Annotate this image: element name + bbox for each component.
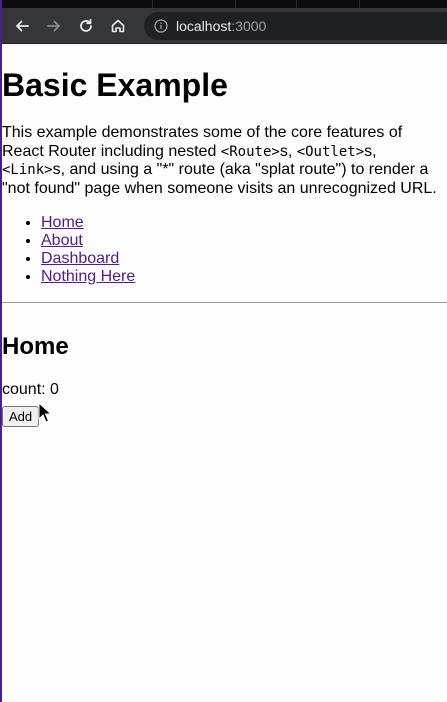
reload-icon [80,18,92,32]
url-host: localhost [176,17,232,34]
tab-separator [152,0,153,8]
nav-item-about: About [41,232,447,250]
code-route: <Route> [220,143,280,160]
browser-toolbar: localhost:3000 [2,8,447,44]
mouse-cursor-icon [38,402,52,423]
nav-item-nothing-here: Nothing Here [41,268,447,286]
nav-link-home[interactable]: Home [41,214,84,231]
home-button[interactable] [104,12,132,40]
tab-separator [235,0,236,8]
code-outlet: <Outlet> [296,143,365,160]
back-arrow-icon [16,20,29,31]
nav-item-dashboard: Dashboard [41,250,447,268]
intro-text: s, [364,142,377,160]
intro-text: "not found" page when someone visits an … [2,179,437,197]
tab-separator [296,0,297,8]
url-port: :3000 [231,17,267,34]
count-label: count: 0 [2,381,59,398]
intro-text: This example demonstrates some of the co… [2,124,403,141]
tab-separator [359,0,360,8]
divider [2,302,447,303]
page-content: Basic Example This example demonstrates … [2,67,447,427]
forward-button[interactable] [40,12,68,40]
tab-strip [2,0,447,8]
nav-item-home: Home [41,214,447,232]
nav-link-nothing-here[interactable]: Nothing Here [41,268,135,285]
info-icon[interactable] [154,18,168,33]
home-icon [111,19,125,32]
forward-arrow-icon [47,20,60,31]
back-button[interactable] [8,12,36,40]
browser-window: localhost:3000 Basic Example This exampl… [0,0,447,702]
nav-link-dashboard[interactable]: Dashboard [41,250,119,267]
nav-list: Home About Dashboard Nothing Here [2,214,447,286]
nav-link-about[interactable]: About [41,232,83,249]
reload-button[interactable] [72,12,100,40]
address-bar[interactable]: localhost:3000 [144,11,447,40]
intro-text: React Router including nested [2,142,221,160]
intro-text: s, and using a "*" route (aka "splat rou… [52,161,429,178]
intro-paragraph: This example demonstrates some of the co… [2,124,447,198]
section-title: Home [2,333,69,360]
add-button[interactable]: Add [2,406,40,427]
code-link: <Link> [2,162,53,178]
intro-text: s, [279,142,297,160]
page-title: Basic Example [2,67,228,103]
